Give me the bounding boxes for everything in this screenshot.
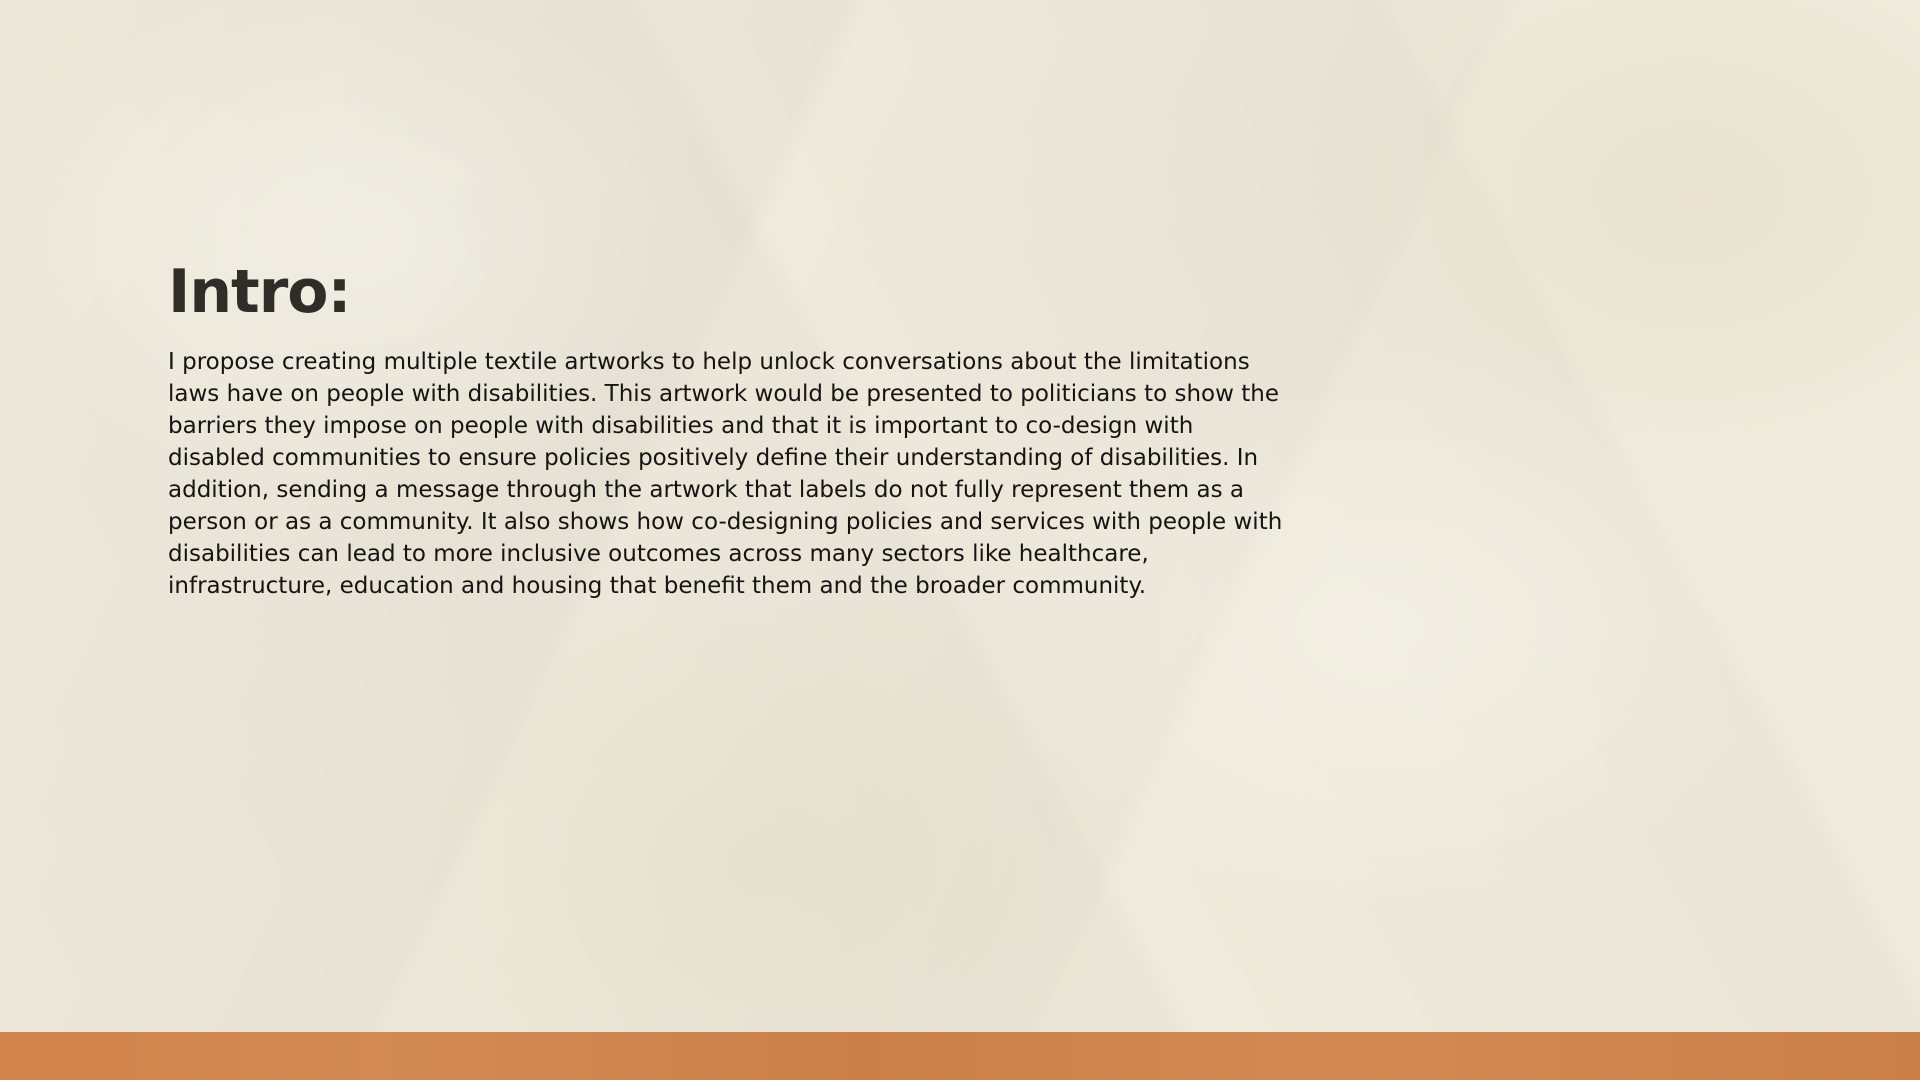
intro-paragraph: I propose creating multiple textile artw… bbox=[168, 349, 1283, 599]
slide-title: Intro: bbox=[168, 257, 352, 327]
footer-bar bbox=[0, 1032, 1920, 1080]
slide: Intro: I propose creating multiple texti… bbox=[0, 0, 1920, 1080]
content-area: Intro: I propose creating multiple texti… bbox=[168, 256, 1288, 602]
